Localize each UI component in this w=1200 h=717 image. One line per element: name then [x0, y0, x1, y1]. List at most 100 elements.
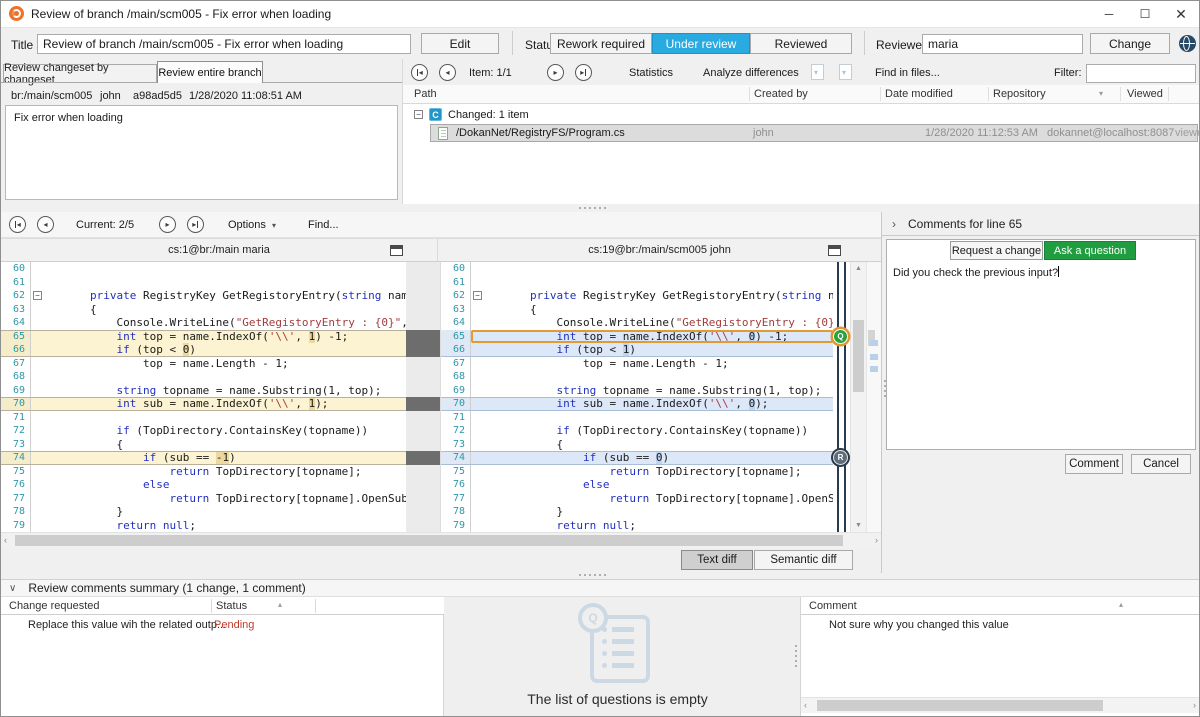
column-viewed[interactable]: Viewed: [1127, 85, 1163, 103]
code-line-63[interactable]: 63 {: [441, 303, 833, 317]
horizontal-scrollbar-thumb[interactable]: [817, 700, 1103, 711]
semantic-diff-button[interactable]: Semantic diff: [754, 550, 853, 570]
code-line-61[interactable]: 61: [441, 276, 833, 290]
last-item-button[interactable]: ▸: [575, 64, 592, 81]
code-line-77[interactable]: 77 return TopDirectory[topname].OpenSubK…: [1, 492, 406, 506]
question-marker-icon[interactable]: Q: [833, 329, 848, 344]
code-line-64[interactable]: 64 Console.WriteLine("GetRegistoryEntry …: [441, 316, 833, 330]
comments-horizontal-scrollbar[interactable]: ‹ ›: [801, 697, 1199, 713]
code-line-72[interactable]: 72 if (TopDirectory.ContainsKey(topname)…: [1, 424, 406, 438]
column-created-by[interactable]: Created by: [754, 85, 808, 103]
options-menu-button[interactable]: Options: [228, 219, 266, 231]
code-line-76[interactable]: 76 else: [441, 478, 833, 492]
diff-overview-strip[interactable]: [866, 262, 881, 532]
change-reviewer-button[interactable]: Change: [1090, 33, 1170, 54]
vertical-scrollbar[interactable]: ▲ ▼: [850, 262, 866, 532]
code-line-78[interactable]: 78 }: [1, 505, 406, 519]
collapse-panel-icon[interactable]: ›: [892, 217, 896, 231]
scroll-right-icon[interactable]: ›: [1193, 700, 1196, 710]
close-button[interactable]: ✕: [1163, 1, 1199, 27]
code-line-67[interactable]: 67 top = name.Length - 1;: [1, 357, 406, 371]
scroll-down-icon[interactable]: ▼: [851, 522, 866, 529]
comment-editor-box[interactable]: Did you check the previous input?: [886, 239, 1196, 450]
comment-button[interactable]: Comment: [1065, 454, 1123, 474]
edit-button[interactable]: Edit: [421, 33, 499, 54]
ask-a-question-button[interactable]: Ask a question: [1044, 241, 1136, 260]
code-line-70[interactable]: 70 int sub = name.IndexOf('\\', 1);: [1, 397, 406, 411]
code-line-73[interactable]: 73 {: [441, 438, 833, 452]
statistics-button[interactable]: Statistics: [629, 67, 673, 79]
code-line-78[interactable]: 78 }: [441, 505, 833, 519]
rework-marker-icon[interactable]: R: [833, 450, 848, 465]
collapse-group-icon[interactable]: −: [414, 110, 423, 119]
find-in-files-button[interactable]: Find in files...: [875, 67, 940, 79]
column-status[interactable]: Status: [216, 600, 247, 612]
code-line-72[interactable]: 72 if (TopDirectory.ContainsKey(topname)…: [441, 424, 833, 438]
request-a-change-button[interactable]: Request a change: [950, 241, 1043, 260]
code-line-60[interactable]: 60: [441, 262, 833, 276]
maximize-pane-icon[interactable]: [390, 245, 403, 256]
code-line-73[interactable]: 73 {: [1, 438, 406, 452]
vertical-splitter-handle[interactable]: [795, 645, 797, 667]
column-comment[interactable]: Comment: [809, 600, 857, 612]
last-diff-button[interactable]: ▸: [187, 216, 204, 233]
code-line-62[interactable]: 62− private RegistryKey GetRegistoryEntr…: [1, 289, 406, 303]
fold-collapse-icon[interactable]: −: [473, 291, 482, 300]
next-item-button[interactable]: ▸: [547, 64, 564, 81]
code-line-62[interactable]: 62− private RegistryKey GetRegistoryEntr…: [441, 289, 833, 303]
code-line-68[interactable]: 68: [1, 370, 406, 384]
code-line-65[interactable]: 65 int top = name.IndexOf('\\', 1) -1;: [1, 330, 406, 344]
code-line-71[interactable]: 71: [441, 411, 833, 425]
code-line-74[interactable]: 74 if (sub == 0): [441, 451, 833, 465]
comment-row[interactable]: Not sure why you changed this value: [801, 615, 1199, 632]
code-line-68[interactable]: 68: [441, 370, 833, 384]
horizontal-scrollbar-thumb[interactable]: [15, 535, 843, 546]
vertical-scrollbar-thumb[interactable]: [853, 320, 864, 392]
scroll-left-icon[interactable]: ‹: [4, 535, 7, 545]
code-line-63[interactable]: 63 {: [1, 303, 406, 317]
cancel-button[interactable]: Cancel: [1131, 454, 1191, 474]
bottom-vertical-splitter[interactable]: [791, 597, 801, 716]
code-line-77[interactable]: 77 return TopDirectory[topname].OpenSubK…: [441, 492, 833, 506]
code-line-70[interactable]: 70 int sub = name.IndexOf('\\', 0);: [441, 397, 833, 411]
code-line-66[interactable]: 66 if (top < 1): [441, 343, 833, 357]
code-line-76[interactable]: 76 else: [1, 478, 406, 492]
code-line-66[interactable]: 66 if (top < 0): [1, 343, 406, 357]
horizontal-splitter-handle[interactable]: [579, 574, 606, 576]
status-under-review-button[interactable]: Under review: [652, 33, 750, 54]
scroll-up-icon[interactable]: ▲: [851, 265, 866, 272]
analyze-differences-button[interactable]: Analyze differences: [703, 67, 799, 79]
horizontal-splitter-handle[interactable]: [579, 207, 606, 209]
code-line-74[interactable]: 74 if (sub == -1): [1, 451, 406, 465]
maximize-pane-icon[interactable]: [828, 245, 841, 256]
code-line-75[interactable]: 75 return TopDirectory[topname];: [1, 465, 406, 479]
tab-review-changeset-by-changeset[interactable]: Review changeset by changeset: [3, 64, 157, 83]
change-request-row[interactable]: Replace this value wih the related outp.…: [1, 615, 444, 632]
code-line-67[interactable]: 67 top = name.Length - 1;: [441, 357, 833, 371]
filter-input[interactable]: [1086, 64, 1196, 83]
column-path[interactable]: Path: [414, 85, 437, 103]
column-repository[interactable]: Repository: [993, 85, 1046, 103]
collapse-summary-icon[interactable]: ∨: [9, 583, 16, 594]
code-line-79[interactable]: 79 return null;: [1, 519, 406, 533]
maximize-button[interactable]: ☐: [1127, 1, 1163, 27]
code-line-60[interactable]: 60: [1, 262, 406, 276]
column-change-requested[interactable]: Change requested: [9, 600, 100, 612]
code-line-65[interactable]: 65 int top = name.IndexOf('\\', 0) -1;: [441, 330, 833, 344]
code-line-64[interactable]: 64 Console.WriteLine("GetRegistoryEntry …: [1, 316, 406, 330]
first-item-button[interactable]: ◂: [411, 64, 428, 81]
find-button[interactable]: Find...: [308, 219, 339, 231]
code-line-69[interactable]: 69 string topname = name.Substring(1, to…: [441, 384, 833, 398]
reviewer-input[interactable]: [922, 34, 1083, 54]
export-report-icon[interactable]: [811, 64, 824, 80]
comments-panel-header[interactable]: › Comments for line 65: [882, 212, 1200, 236]
code-line-79[interactable]: 79 return null;: [441, 519, 833, 533]
import-report-icon[interactable]: [839, 64, 852, 80]
code-line-61[interactable]: 61: [1, 276, 406, 290]
previous-diff-button[interactable]: ◂: [37, 216, 54, 233]
minimize-button[interactable]: ─: [1091, 1, 1127, 27]
next-diff-button[interactable]: ▸: [159, 216, 176, 233]
tab-review-entire-branch[interactable]: Review entire branch: [157, 61, 263, 83]
first-diff-button[interactable]: ◂: [9, 216, 26, 233]
file-row-selected[interactable]: /DokanNet/RegistryFS/Program.cs john 1/2…: [430, 124, 1198, 142]
